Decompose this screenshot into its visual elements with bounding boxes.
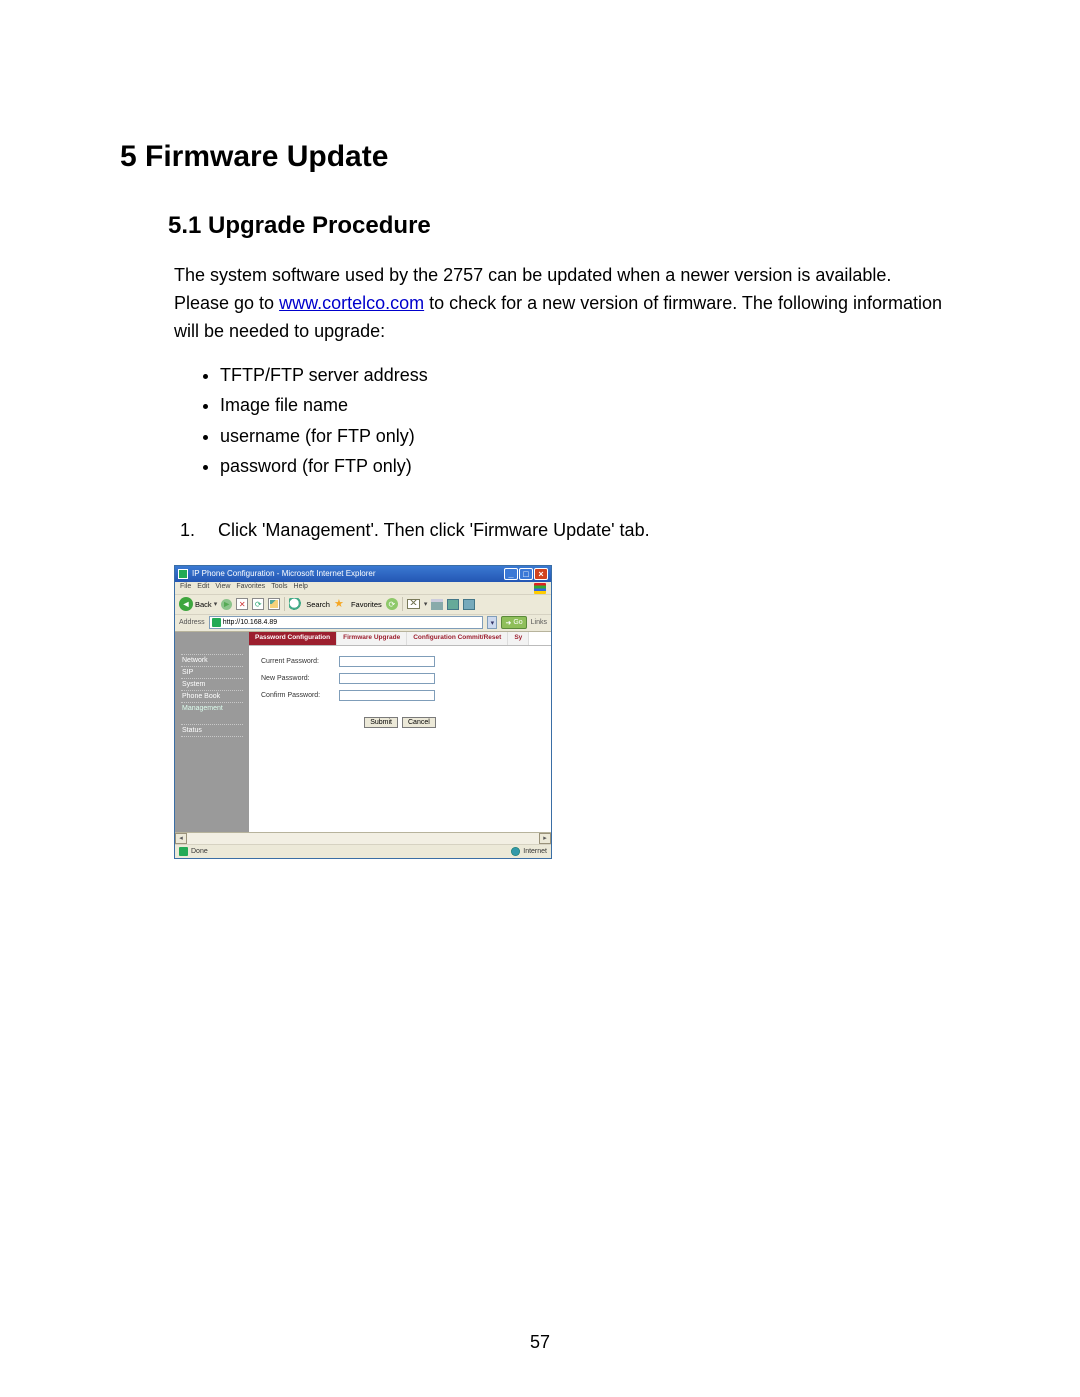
row-current-password: Current Password:	[261, 656, 539, 667]
ie-icon	[178, 569, 188, 579]
input-new-password[interactable]	[339, 673, 435, 684]
ie-window-screenshot: IP Phone Configuration - Microsoft Inter…	[174, 565, 552, 859]
address-label: Address	[179, 619, 205, 626]
sidebar-item-system[interactable]: System	[181, 678, 243, 690]
refresh-button[interactable]: ⟳	[252, 598, 264, 610]
label-new-password: New Password:	[261, 675, 339, 682]
back-dropdown-icon: ▾	[214, 600, 218, 608]
print-icon[interactable]	[431, 599, 443, 610]
address-bar: Address http://10.168.4.89 ▾ ➜ Go Links	[175, 615, 551, 632]
go-label: Go	[513, 619, 522, 626]
document-page: 5 Firmware Update 5.1 Upgrade Procedure …	[0, 0, 1080, 1397]
favorites-star-icon: ★	[334, 598, 347, 611]
procedure-steps: Click 'Management'. Then click 'Firmware…	[200, 516, 960, 545]
scroll-left-icon[interactable]: ◂	[175, 833, 187, 844]
forward-button[interactable]: ►	[221, 599, 232, 610]
toolbar-separator	[284, 597, 285, 611]
list-item: Image file name	[220, 390, 960, 421]
stop-button[interactable]: ✕	[236, 598, 248, 610]
toolbar: ◄ Back ▾ ► ✕ ⟳ Search ★ Favorites ⟳ ▾	[175, 595, 551, 615]
input-current-password[interactable]	[339, 656, 435, 667]
maximize-button[interactable]: □	[519, 568, 533, 580]
status-done-label: Done	[191, 848, 208, 855]
window-title: IP Phone Configuration - Microsoft Inter…	[192, 569, 503, 578]
intro-paragraph: The system software used by the 2757 can…	[174, 262, 950, 346]
scroll-right-icon[interactable]: ▸	[539, 833, 551, 844]
step-1: Click 'Management'. Then click 'Firmware…	[200, 516, 960, 545]
upgrade-info-list: TFTP/FTP server address Image file name …	[220, 360, 960, 482]
row-confirm-password: Confirm Password:	[261, 690, 539, 701]
tab-password-configuration[interactable]: Password Configuration	[249, 632, 337, 645]
password-form: Current Password: New Password: Confirm …	[249, 646, 551, 738]
list-item: password (for FTP only)	[220, 451, 960, 482]
scroll-track[interactable]	[187, 833, 539, 844]
list-item: TFTP/FTP server address	[220, 360, 960, 391]
toolbar-separator	[402, 597, 403, 611]
mail-dropdown-icon: ▾	[424, 600, 428, 608]
links-label[interactable]: Links	[531, 619, 547, 626]
label-current-password: Current Password:	[261, 658, 339, 665]
menu-edit[interactable]: Edit	[197, 583, 209, 594]
windows-flag-icon	[534, 583, 546, 594]
back-arrow-icon: ◄	[179, 597, 193, 611]
url-text: http://10.168.4.89	[223, 619, 278, 626]
favorites-button[interactable]: Favorites	[351, 600, 382, 609]
row-new-password: New Password:	[261, 673, 539, 684]
sidebar-item-network[interactable]: Network	[181, 654, 243, 666]
menu-help[interactable]: Help	[294, 583, 308, 594]
sidebar-item-management[interactable]: Management	[181, 702, 243, 714]
horizontal-scrollbar[interactable]: ◂ ▸	[175, 832, 551, 844]
titlebar: IP Phone Configuration - Microsoft Inter…	[175, 566, 551, 582]
cortelco-link[interactable]: www.cortelco.com	[279, 293, 424, 313]
address-input[interactable]: http://10.168.4.89	[209, 616, 484, 629]
done-icon	[179, 847, 188, 856]
status-bar: Done Internet	[175, 844, 551, 858]
go-arrow-icon: ➜	[505, 619, 511, 627]
page-content: Network SIP System Phone Book Management…	[175, 632, 551, 832]
edit-icon[interactable]	[447, 599, 459, 610]
sidebar-item-phonebook[interactable]: Phone Book	[181, 690, 243, 702]
menu-view[interactable]: View	[215, 583, 230, 594]
internet-zone-icon	[511, 847, 520, 856]
search-button[interactable]: Search	[306, 600, 330, 609]
menu-bar: File Edit View Favorites Tools Help	[175, 582, 551, 595]
sidebar-item-sip[interactable]: SIP	[181, 666, 243, 678]
status-zone-label: Internet	[523, 848, 547, 855]
tab-bar: Password Configuration Firmware Upgrade …	[249, 632, 551, 646]
discuss-icon[interactable]	[463, 599, 475, 610]
label-confirm-password: Confirm Password:	[261, 692, 339, 699]
back-button[interactable]: ◄ Back ▾	[179, 597, 217, 611]
cancel-button[interactable]: Cancel	[402, 717, 436, 728]
page-icon	[212, 618, 221, 627]
section-heading: 5.1 Upgrade Procedure	[168, 212, 960, 240]
history-button[interactable]: ⟳	[386, 598, 398, 610]
main-area: Password Configuration Firmware Upgrade …	[249, 632, 551, 832]
go-button[interactable]: ➜ Go	[501, 616, 526, 629]
page-number: 57	[0, 1332, 1080, 1353]
home-button[interactable]	[268, 598, 280, 610]
tab-configuration-commit-reset[interactable]: Configuration Commit/Reset	[407, 632, 508, 645]
config-sidebar: Network SIP System Phone Book Management…	[175, 632, 249, 832]
list-item: username (for FTP only)	[220, 421, 960, 452]
back-label: Back	[195, 600, 212, 609]
submit-button[interactable]: Submit	[364, 717, 398, 728]
mail-icon[interactable]	[407, 599, 420, 609]
menu-tools[interactable]: Tools	[271, 583, 287, 594]
close-button[interactable]: ×	[534, 568, 548, 580]
minimize-button[interactable]: _	[504, 568, 518, 580]
menu-favorites[interactable]: Favorites	[236, 583, 265, 594]
sidebar-item-status[interactable]: Status	[181, 724, 243, 737]
form-buttons: Submit Cancel	[261, 717, 539, 728]
menu-file[interactable]: File	[180, 583, 191, 594]
address-dropdown-icon[interactable]: ▾	[487, 616, 497, 629]
tab-firmware-upgrade[interactable]: Firmware Upgrade	[337, 632, 407, 645]
input-confirm-password[interactable]	[339, 690, 435, 701]
chapter-heading: 5 Firmware Update	[120, 140, 960, 174]
search-icon	[289, 598, 302, 611]
tab-truncated[interactable]: Sy	[508, 632, 529, 645]
